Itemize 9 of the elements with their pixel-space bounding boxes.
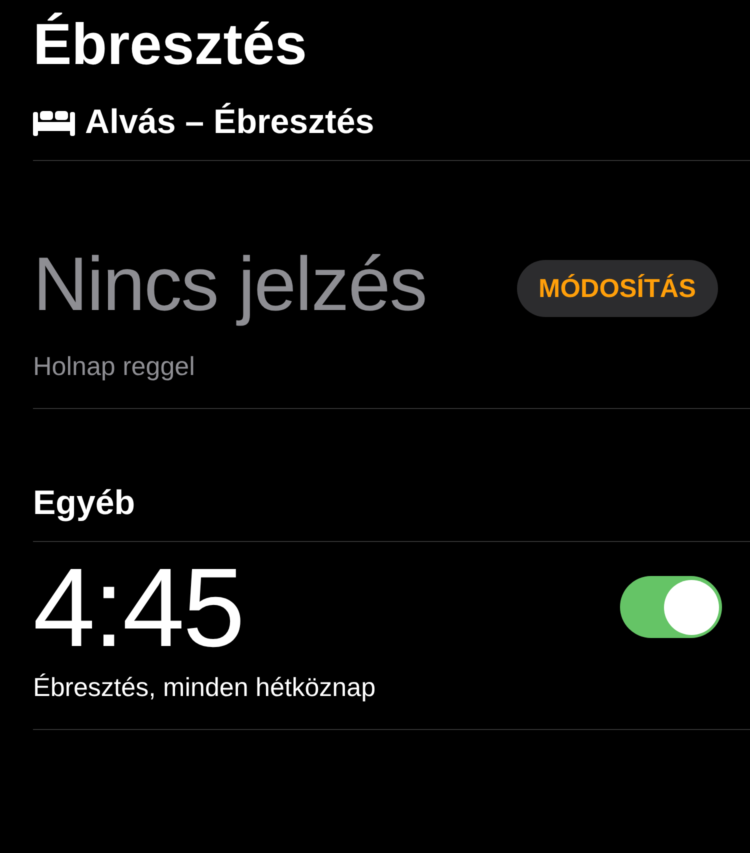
page-title: Ébresztés — [33, 11, 308, 79]
bed-icon — [33, 108, 75, 136]
change-button[interactable]: MÓDOSÍTÁS — [516, 260, 718, 316]
section-heading: Alvás – Ébresztés — [85, 102, 374, 142]
alarm-time: 4:45 — [33, 544, 243, 672]
section-heading: Egyéb — [33, 484, 136, 522]
alarm-label: Ébresztés, minden hétköznap — [33, 672, 377, 703]
alarm-status: Nincs jelzés — [33, 240, 426, 328]
alarm-subtitle: Holnap reggel — [33, 351, 196, 382]
